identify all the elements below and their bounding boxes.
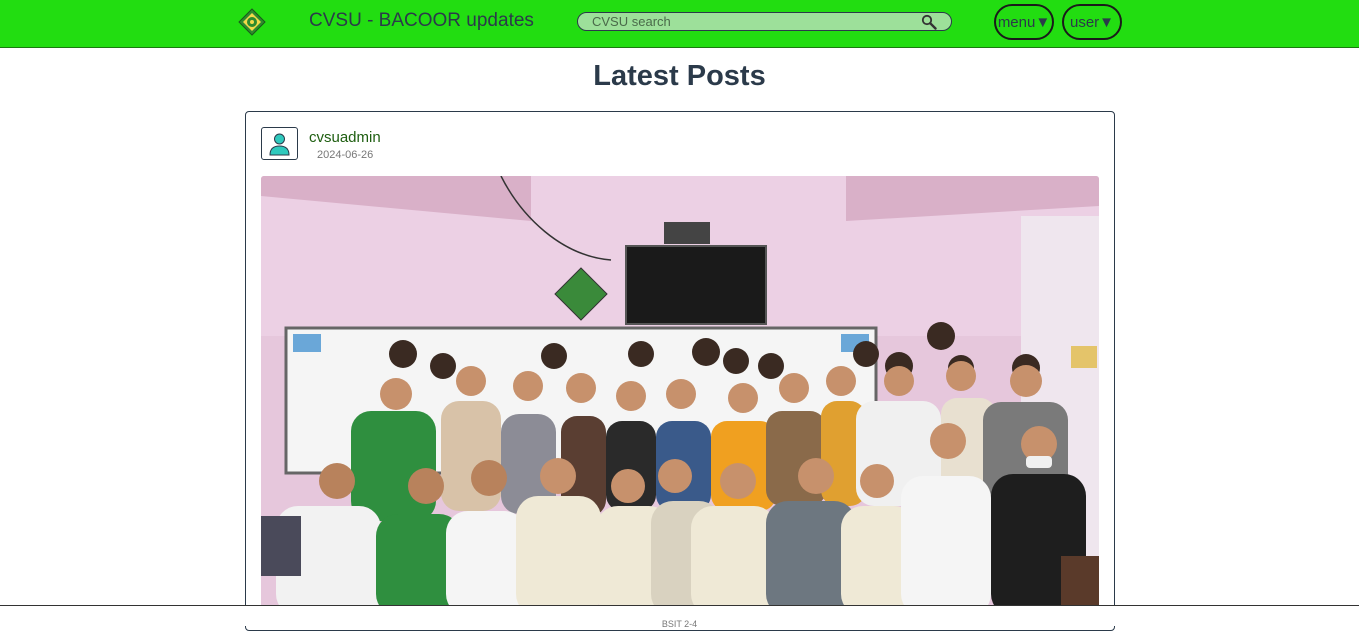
footer-text: BSIT 2-4 bbox=[661, 619, 698, 629]
post-card: cvsuadmin 2024-06-26 bbox=[245, 111, 1115, 631]
search-input[interactable] bbox=[592, 13, 912, 30]
menu-button[interactable]: menu▼ bbox=[994, 4, 1054, 40]
university-seal-icon[interactable] bbox=[238, 8, 266, 36]
page-title: Latest Posts bbox=[593, 60, 766, 92]
user-avatar-icon[interactable] bbox=[261, 127, 298, 160]
post-date: 2024-06-26 bbox=[317, 149, 374, 161]
search-bar[interactable] bbox=[577, 12, 952, 31]
site-title[interactable]: CVSU - BACOOR updates bbox=[309, 10, 534, 32]
top-nav-bar: CVSU - BACOOR updates menu▼ user▼ bbox=[0, 0, 1359, 48]
post-author[interactable]: cvsuadmin bbox=[309, 129, 381, 146]
user-button[interactable]: user▼ bbox=[1062, 4, 1122, 40]
group-photo bbox=[261, 176, 1099, 616]
page-footer: BSIT 2-4 bbox=[0, 605, 1359, 629]
post-image[interactable] bbox=[261, 176, 1099, 616]
magnifier-icon[interactable] bbox=[921, 14, 937, 30]
